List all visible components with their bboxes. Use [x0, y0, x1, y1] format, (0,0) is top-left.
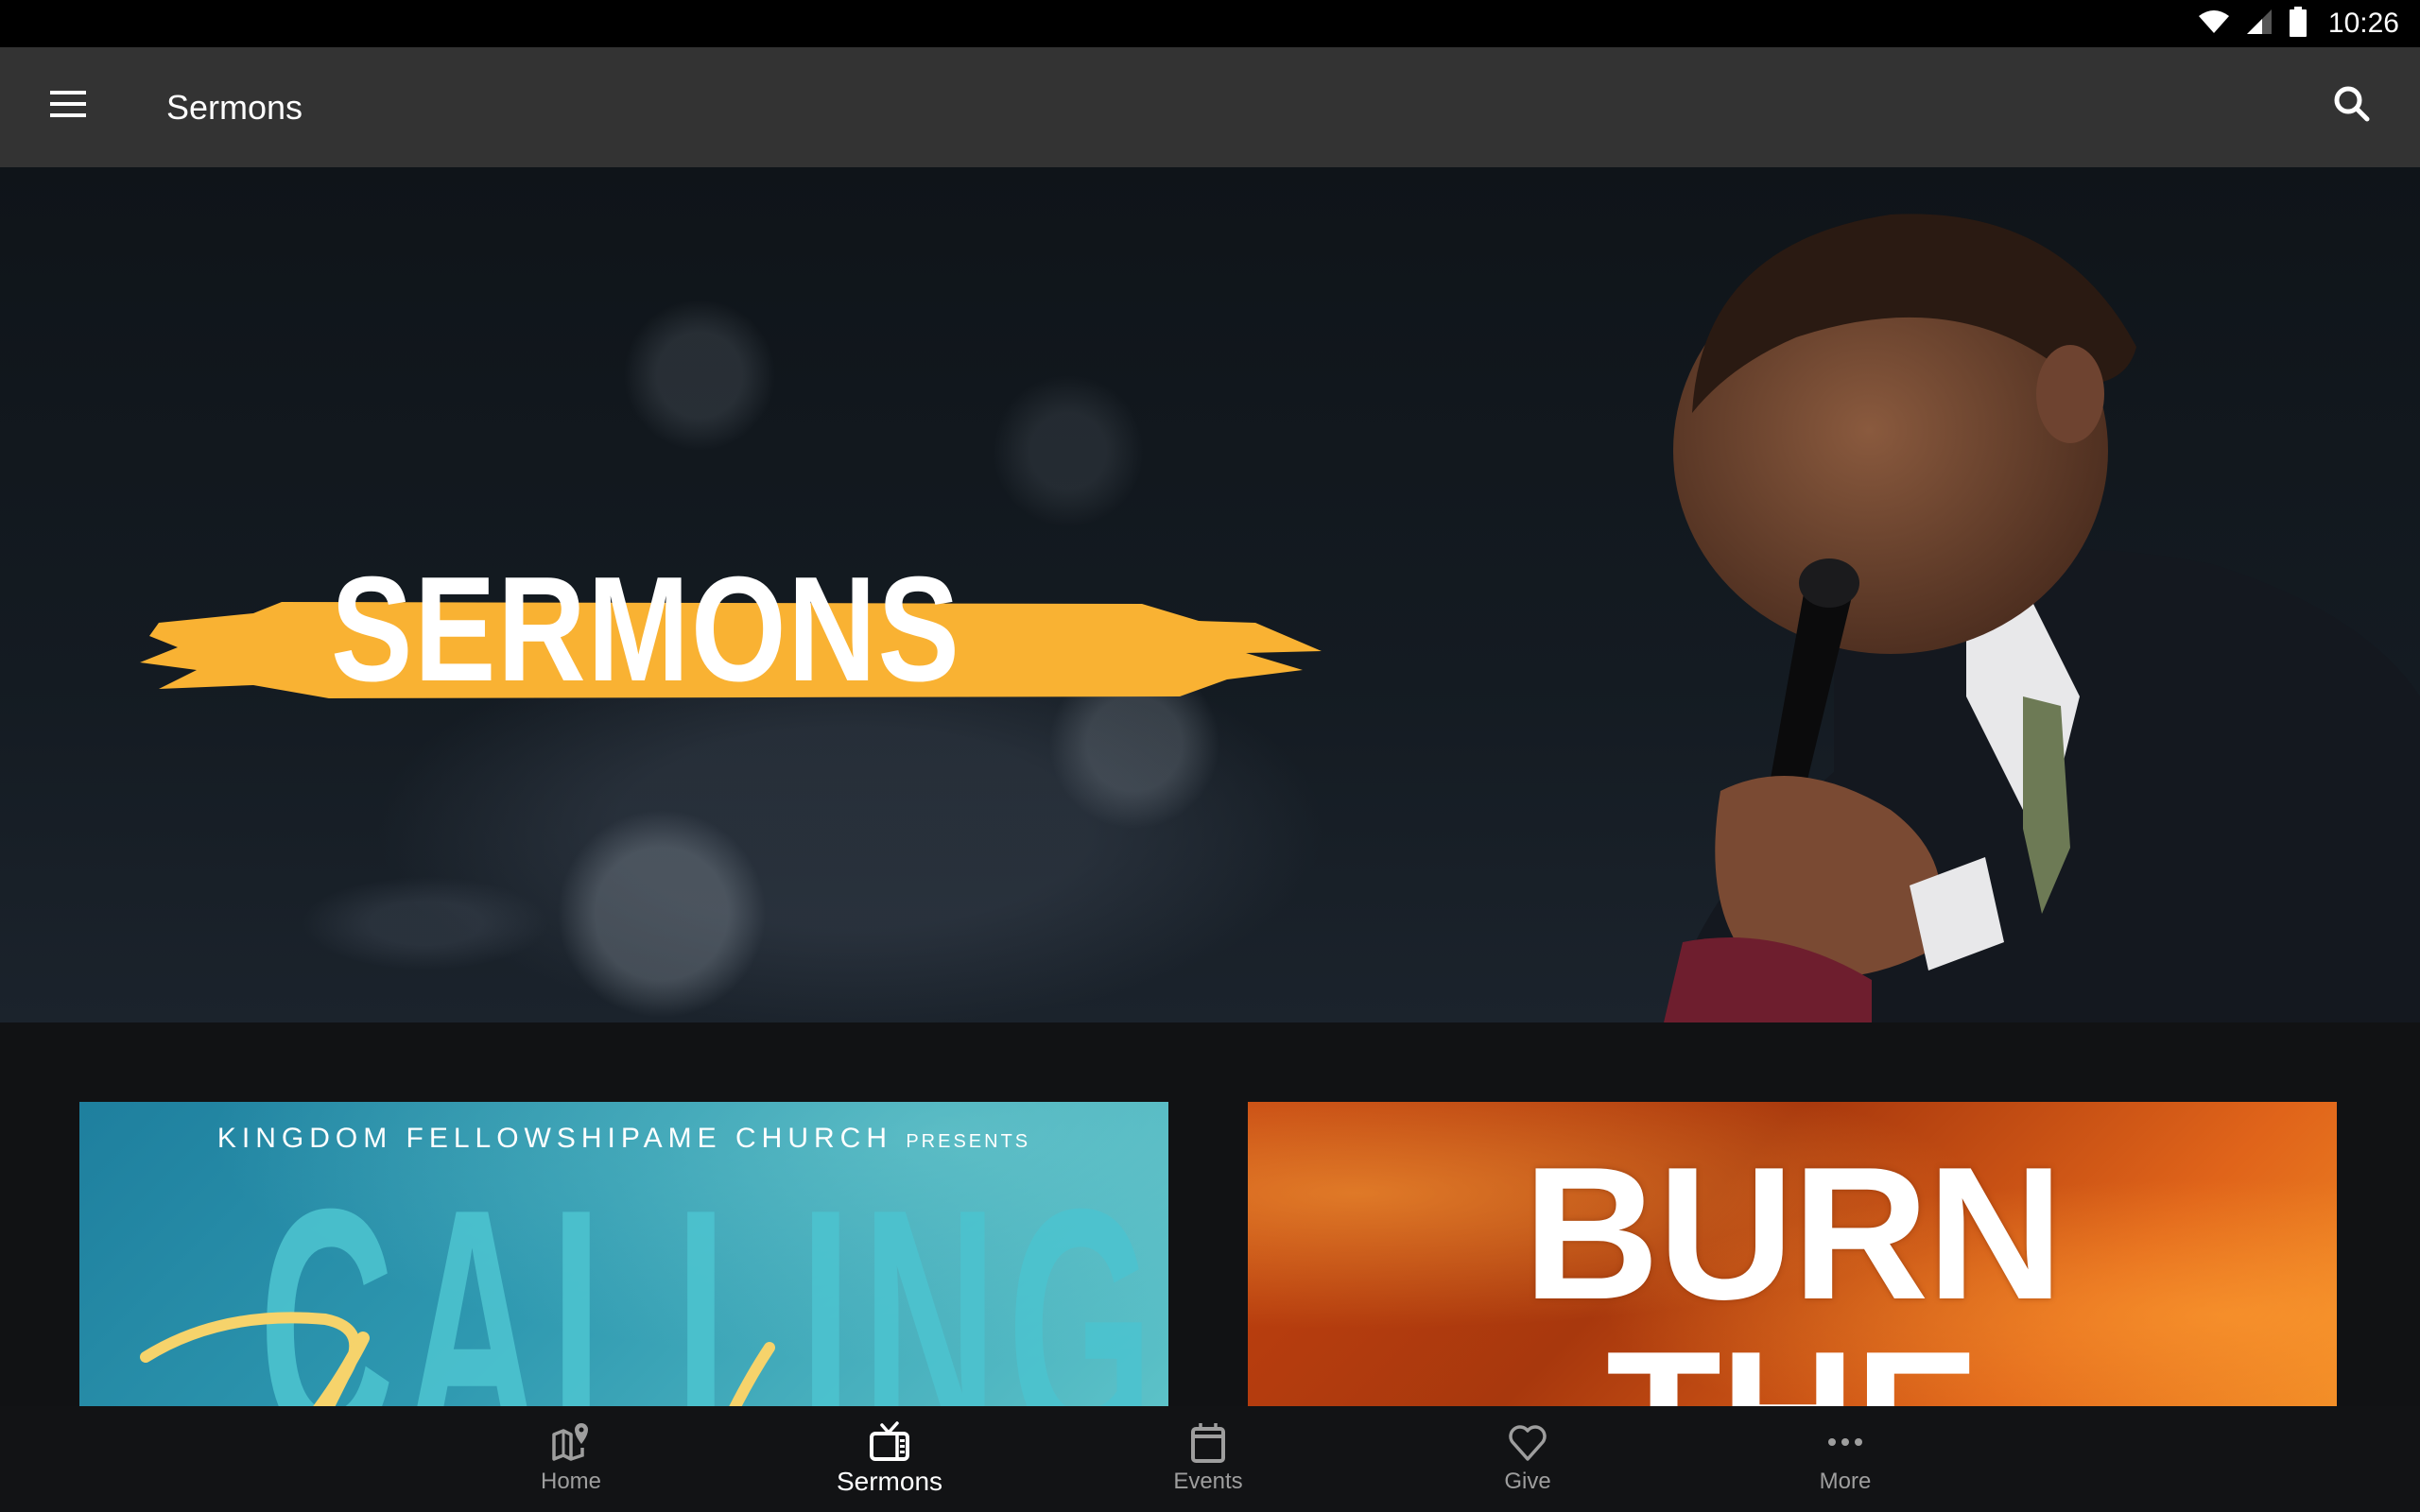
menu-button[interactable] [38, 76, 98, 136]
bottom-nav: Home Sermons Events Give More [0, 1406, 2420, 1512]
nav-label: Events [1173, 1469, 1243, 1494]
search-icon [2333, 85, 2371, 128]
heart-icon [1505, 1419, 1550, 1465]
hero-title: SERMONS [331, 546, 961, 713]
nav-label: Home [540, 1469, 602, 1494]
preacher-photo [1664, 214, 2420, 1022]
presents-text: PRESENTS [906, 1131, 1031, 1152]
map-pin-icon [548, 1419, 594, 1465]
more-dots-icon [1823, 1419, 1868, 1465]
nav-label: Sermons [836, 1467, 943, 1496]
card-presenter: KINGDOM FELLOWSHIPAME CHURCH PRESENTS [79, 1123, 1168, 1155]
nav-label: Give [1504, 1469, 1551, 1494]
app-bar: Sermons [0, 47, 2420, 167]
nav-label: More [1819, 1469, 1872, 1494]
sermon-card-calling[interactable]: CALLING KINGDOM FELLOWSHIPAME CHURCH PRE… [79, 1102, 1168, 1406]
card-title-line2: THE [1248, 1324, 2337, 1407]
card-title-line1: BURN [1523, 1128, 2064, 1339]
status-bar: 10:26 [0, 0, 2420, 47]
battery-icon [2289, 6, 2308, 42]
nav-give[interactable]: Give [1433, 1406, 1622, 1512]
page-title: Sermons [166, 88, 303, 127]
hero-banner[interactable]: SERMONS [0, 167, 2420, 1022]
status-icons: 10:26 [2198, 0, 2399, 47]
presenter-text: KINGDOM FELLOWSHIPAME CHURCH [216, 1123, 892, 1154]
nav-sermons[interactable]: Sermons [795, 1406, 984, 1512]
signal-icon [2245, 8, 2273, 41]
search-button[interactable] [2322, 76, 2382, 136]
hamburger-menu-icon [50, 90, 86, 122]
nav-home[interactable]: Home [476, 1406, 666, 1512]
tv-icon [867, 1419, 912, 1465]
wifi-icon [2198, 9, 2230, 39]
calendar-icon [1185, 1419, 1231, 1465]
status-time: 10:26 [2327, 8, 2399, 39]
sermon-card-burn[interactable]: BURN THE [1248, 1102, 2337, 1406]
nav-events[interactable]: Events [1114, 1406, 1303, 1512]
script-lettering [140, 1312, 775, 1406]
nav-more[interactable]: More [1751, 1406, 1940, 1512]
